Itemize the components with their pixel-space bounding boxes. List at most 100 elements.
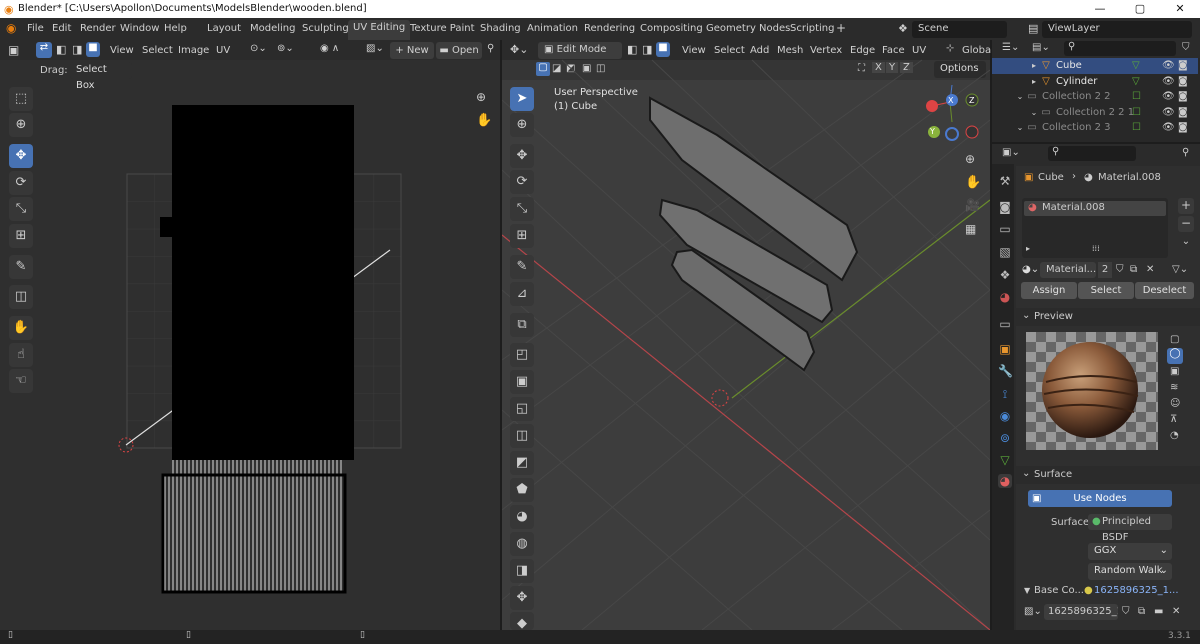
tool-scale-3d[interactable]: ⤡	[510, 197, 534, 221]
close-button[interactable]: ✕	[1160, 2, 1200, 15]
tool-annotate-3d[interactable]: ✎	[510, 255, 534, 279]
distribution-dropdown[interactable]: GGX ⌄	[1088, 543, 1172, 560]
constraints-tab-icon[interactable]: ⊚	[998, 431, 1012, 445]
remove-slot-button[interactable]: −	[1178, 216, 1194, 232]
render-tab-icon[interactable]: ◙	[998, 200, 1012, 214]
expand-arrow-icon[interactable]: ⌄	[1014, 120, 1026, 136]
expand-arrow-icon[interactable]: ▸	[1028, 58, 1040, 74]
view-layer-selector[interactable]: ViewLayer	[1042, 21, 1192, 38]
outliner-row[interactable]: ▸ ▽ Cube ▽ 👁 ◙	[992, 58, 1198, 74]
image-open-folder-icon[interactable]: ▬	[1154, 606, 1163, 617]
camera-icon[interactable]: 🎥	[965, 198, 980, 212]
tool-pinch[interactable]: ☜	[9, 369, 33, 393]
tool-inset[interactable]: ▣	[510, 370, 534, 394]
tool-transform[interactable]: ⊞	[9, 224, 33, 248]
base-color-link[interactable]: 1625896325_1...	[1094, 585, 1179, 596]
gizmo-z[interactable]: Z	[969, 96, 974, 105]
menu-render[interactable]: Render	[80, 23, 116, 34]
visibility-eye-icon[interactable]: 👁	[1162, 89, 1175, 105]
3d-viewport[interactable]: ✥⌄ ▣ Edit Mode ◧ ◨ ■ View Select Add Mes…	[502, 40, 994, 631]
expand-arrow-icon[interactable]: ⌄	[1014, 89, 1026, 105]
tab-modeling[interactable]: Modeling	[250, 23, 296, 34]
pan-hand-icon[interactable]: ✋	[476, 113, 492, 128]
preview-sphere-icon[interactable]: ◯	[1167, 348, 1183, 364]
zoom-3d-icon[interactable]: ⊕	[965, 152, 975, 166]
image-fake-user-icon[interactable]: ⛉	[1122, 606, 1130, 617]
tool-move[interactable]: ✥	[9, 144, 33, 168]
material-name-field[interactable]: Material...	[1040, 262, 1096, 278]
preview-sky-icon[interactable]: ◔	[1170, 430, 1179, 441]
visibility-eye-icon[interactable]: 👁	[1162, 120, 1175, 136]
gizmo-x[interactable]: X	[948, 96, 953, 105]
gizmo-y[interactable]: Y	[930, 127, 935, 136]
tool-shrink-fatten[interactable]: ✥	[510, 586, 534, 610]
tab-rendering[interactable]: Rendering	[584, 23, 635, 34]
tab-layout[interactable]: Layout	[207, 23, 241, 34]
material-slot-list[interactable]: ◕ Material.008 ▸ ⁞⁞⁞	[1022, 198, 1168, 258]
preview-hair-icon[interactable]: ≋	[1170, 382, 1178, 393]
pan-3d-icon[interactable]: ✋	[965, 175, 981, 190]
tool-poly-build[interactable]: ⬟	[510, 478, 534, 502]
tool-scale[interactable]: ⤡	[9, 197, 33, 221]
tool-tab-icon[interactable]: ⚒	[998, 174, 1012, 188]
scene-selector[interactable]: Scene	[912, 21, 1007, 38]
list-expand-icon[interactable]: ▸	[1026, 244, 1030, 253]
tool-move-3d[interactable]: ✥	[510, 144, 534, 168]
render-camera-icon[interactable]: ◙	[1178, 120, 1188, 136]
material-tab-icon[interactable]: ◕	[998, 474, 1012, 488]
tab-shading[interactable]: Shading	[480, 23, 521, 34]
outliner-search[interactable]: ⚲	[1064, 41, 1176, 56]
tool-transform-3d[interactable]: ⊞	[510, 224, 534, 248]
browse-material-icon[interactable]: ◕⌄	[1022, 264, 1039, 275]
outliner-row[interactable]: ⌄ ▭ Collection 2 2 1 ☐ 👁 ◙	[992, 105, 1198, 121]
subsurface-dropdown[interactable]: Random Walk ⌄	[1088, 563, 1172, 580]
outliner-type-icon[interactable]: ☰⌄	[1002, 42, 1019, 53]
fake-user-icon[interactable]: ⛉	[1116, 264, 1124, 275]
output-tab-icon[interactable]: ▭	[998, 222, 1012, 236]
use-nodes-button[interactable]: ▣ Use Nodes	[1028, 490, 1172, 507]
users-count[interactable]: 2	[1098, 262, 1112, 278]
add-slot-button[interactable]: +	[1178, 198, 1194, 214]
tool-measure[interactable]: ⊿	[510, 282, 534, 306]
tool-annotate[interactable]: ✎	[9, 255, 33, 279]
outliner-row[interactable]: ⌄ ▭ Collection 2 3 ☐ 👁 ◙	[992, 120, 1198, 136]
image-name-field[interactable]: 1625896325_1...	[1044, 604, 1118, 620]
tab-sculpting[interactable]: Sculpting	[302, 23, 349, 34]
tool-rip-region[interactable]: ◫	[9, 285, 33, 309]
collection-tab-icon[interactable]: ▭	[998, 317, 1012, 331]
tool-select-3d[interactable]: ➤	[510, 87, 534, 111]
scene-tab-icon[interactable]: ❖	[998, 268, 1012, 282]
slot-menu-chevron-icon[interactable]: ⌄	[1178, 236, 1194, 252]
display-mode-icon[interactable]: ▤⌄	[1032, 42, 1050, 53]
ortho-toggle-icon[interactable]: ▦	[965, 222, 976, 236]
duplicate-material-icon[interactable]: ⧉	[1130, 264, 1137, 275]
view-layer-tab-icon[interactable]: ▧	[998, 245, 1012, 259]
preview-plane-icon[interactable]: ▢	[1170, 334, 1179, 345]
menu-window[interactable]: Window	[120, 23, 159, 34]
preview-cube-icon[interactable]: ▣	[1170, 366, 1179, 377]
material-slot-item[interactable]: ◕ Material.008	[1024, 201, 1166, 216]
tool-loop-cut[interactable]: ◫	[510, 424, 534, 448]
maximize-button[interactable]: ▢	[1120, 2, 1160, 15]
minimize-button[interactable]: —	[1080, 2, 1120, 15]
image-unlink-icon[interactable]: ✕	[1172, 606, 1180, 617]
tool-rotate-3d[interactable]: ⟳	[510, 170, 534, 194]
render-camera-icon[interactable]: ◙	[1178, 105, 1188, 121]
properties-editor[interactable]: ▣⌄ ⚲ ⚲ ⚒ ◙ ▭ ▧ ❖ ◕ ▭ ▣ 🔧 ⟟ ◉ ⊚ ▽ ◕ ▣ Cub…	[992, 144, 1200, 630]
mesh-data-icon[interactable]: ▽	[1132, 74, 1140, 90]
tool-add-cube[interactable]: ⧉	[510, 313, 534, 337]
outliner[interactable]: ☰⌄ ▤⌄ ⚲ ⛉ ▸ ▽ Cube ▽ 👁 ◙ ▸ ▽ Cylinder ▽ 👁 ◙ ⌄ ▭ Collec…	[992, 40, 1200, 142]
physics-tab-icon[interactable]: ◉	[998, 409, 1012, 423]
tab-geometry-nodes[interactable]: Geometry Nodes	[706, 23, 790, 34]
preview-monkey-icon[interactable]: ☺	[1170, 398, 1180, 409]
unlink-material-icon[interactable]: ✕	[1146, 264, 1154, 275]
tab-texture-paint[interactable]: Texture Paint	[410, 23, 475, 34]
tool-rotate[interactable]: ⟳	[9, 171, 33, 195]
link-dropdown-icon[interactable]: ▽⌄	[1172, 264, 1188, 275]
tool-extrude[interactable]: ◰	[510, 343, 534, 367]
tool-select-box[interactable]: ⬚	[9, 87, 33, 111]
tool-shear[interactable]: ◆	[510, 612, 534, 631]
exclude-checkbox-icon[interactable]: ☐	[1132, 120, 1141, 136]
tab-compositing[interactable]: Compositing	[640, 23, 703, 34]
world-tab-icon[interactable]: ◕	[998, 290, 1012, 304]
